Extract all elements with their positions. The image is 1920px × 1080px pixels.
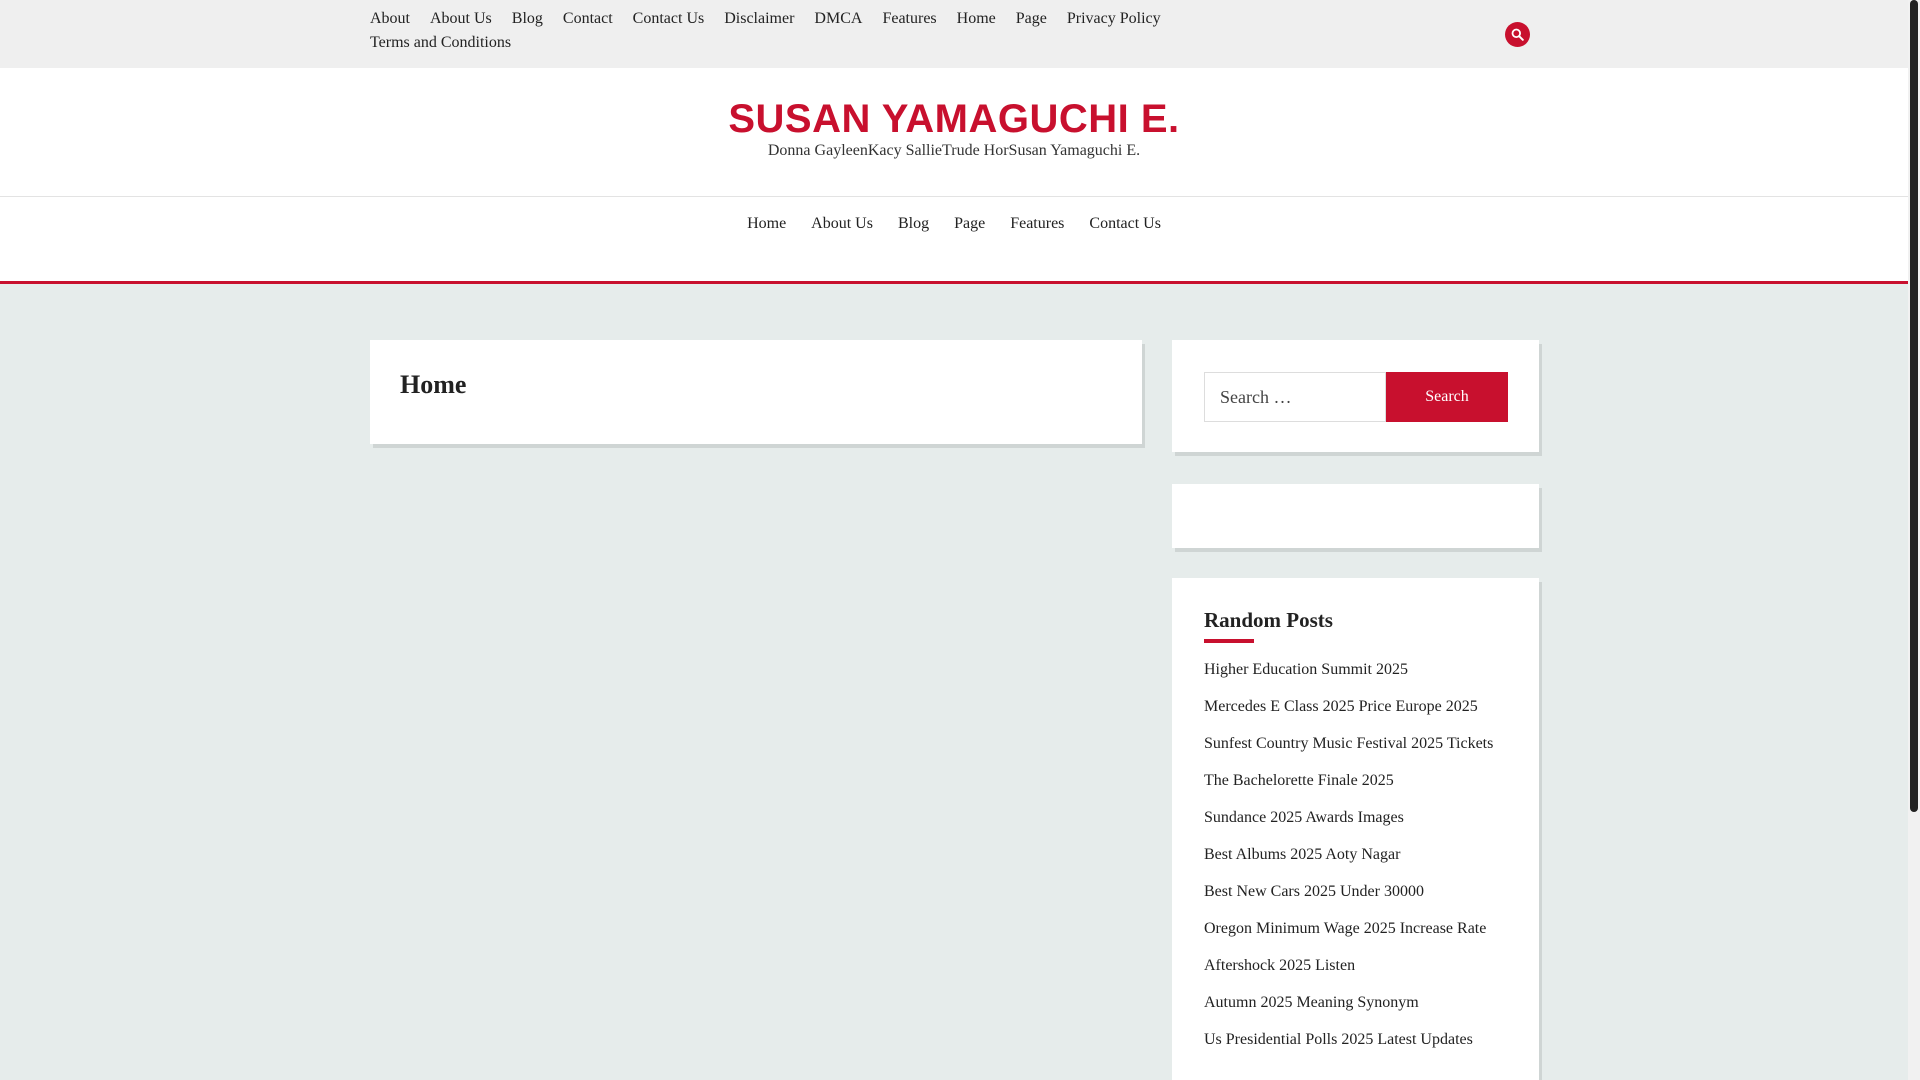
topnav-about[interactable]: About [370, 9, 410, 29]
site-header: SUSAN YAMAGUCHI E. Donna GayleenKacy Sal… [0, 68, 1908, 197]
empty-widget [1172, 484, 1539, 548]
random-posts-widget: Random Posts Higher Education Summit 202… [1172, 578, 1539, 1080]
list-item: Higher Education Summit 2025 [1204, 660, 1493, 697]
mainnav-blog[interactable]: Blog [898, 215, 929, 233]
topnav-terms-and-conditions[interactable]: Terms and Conditions [370, 33, 511, 53]
topnav-contact[interactable]: Contact [563, 9, 613, 29]
top-bar: About About Us Blog Contact Contact Us D… [0, 0, 1908, 68]
post-link[interactable]: Us Presidential Polls 2025 Latest Update… [1204, 1031, 1473, 1048]
list-item: Sundance 2025 Awards Images [1204, 808, 1493, 845]
topnav-page[interactable]: Page [1016, 9, 1047, 29]
search-input[interactable] [1204, 372, 1386, 422]
post-link[interactable]: The Bachelorette Finale 2025 [1204, 772, 1394, 789]
mainnav-features[interactable]: Features [1010, 215, 1064, 233]
search-icon [1511, 28, 1524, 41]
site-tagline: Donna GayleenKacy SallieTrude HorSusan Y… [767, 142, 1141, 159]
search-widget: Search [1172, 340, 1539, 452]
mainnav-about-us[interactable]: About Us [811, 215, 873, 233]
post-link[interactable]: Mercedes E Class 2025 Price Europe 2025 [1204, 698, 1478, 715]
search-toggle-button[interactable] [1505, 22, 1530, 47]
list-item: Oregon Minimum Wage 2025 Increase Rate [1204, 919, 1493, 956]
list-item: Sunfest Country Music Festival 2025 Tick… [1204, 734, 1493, 771]
post-link[interactable]: Best New Cars 2025 Under 30000 [1204, 883, 1424, 900]
main-navigation: Home About Us Blog Page Features Contact… [0, 215, 1908, 233]
mainnav-contact-us[interactable]: Contact Us [1089, 215, 1161, 233]
list-item: Autumn 2025 Meaning Synonym [1204, 993, 1493, 1030]
random-posts-list: Higher Education Summit 2025 Mercedes E … [1204, 660, 1493, 1067]
post-link[interactable]: Higher Education Summit 2025 [1204, 661, 1408, 678]
site-title[interactable]: SUSAN YAMAGUCHI E. [0, 97, 1908, 142]
mainnav-home[interactable]: Home [747, 215, 786, 233]
mainnav-page[interactable]: Page [954, 215, 985, 233]
main-navigation-bar: Home About Us Blog Page Features Contact… [0, 197, 1908, 284]
topnav-disclaimer[interactable]: Disclaimer [724, 9, 794, 29]
list-item: Us Presidential Polls 2025 Latest Update… [1204, 1030, 1493, 1067]
list-item: Best Albums 2025 Aoty Nagar [1204, 845, 1493, 882]
list-item: Aftershock 2025 Listen [1204, 956, 1493, 993]
post-link[interactable]: Best Albums 2025 Aoty Nagar [1204, 846, 1400, 863]
topnav-blog[interactable]: Blog [512, 9, 543, 29]
topnav-contact-us[interactable]: Contact Us [633, 9, 705, 29]
page-title: Home [400, 370, 467, 399]
post-link[interactable]: Oregon Minimum Wage 2025 Increase Rate [1204, 920, 1486, 937]
topnav-dmca[interactable]: DMCA [814, 9, 862, 29]
list-item: The Bachelorette Finale 2025 [1204, 771, 1493, 808]
title-underline [1204, 639, 1254, 643]
post-link[interactable]: Autumn 2025 Meaning Synonym [1204, 994, 1419, 1011]
list-item: Best New Cars 2025 Under 30000 [1204, 882, 1493, 919]
random-posts-title: Random Posts [1204, 608, 1333, 632]
scrollbar[interactable] [1908, 0, 1920, 1080]
topnav-privacy-policy[interactable]: Privacy Policy [1067, 9, 1161, 29]
post-link[interactable]: Sunfest Country Music Festival 2025 Tick… [1204, 735, 1493, 752]
post-link[interactable]: Aftershock 2025 Listen [1204, 957, 1355, 974]
search-button[interactable]: Search [1386, 372, 1508, 422]
page: About About Us Blog Contact Contact Us D… [0, 0, 1908, 1080]
scrollbar-thumb[interactable] [1910, 0, 1918, 812]
topnav-about-us[interactable]: About Us [430, 9, 492, 29]
page-content-card: Home [370, 340, 1142, 444]
post-link[interactable]: Sundance 2025 Awards Images [1204, 809, 1404, 826]
topnav-features[interactable]: Features [882, 9, 936, 29]
list-item: Mercedes E Class 2025 Price Europe 2025 [1204, 697, 1493, 734]
topnav-home[interactable]: Home [957, 9, 996, 29]
top-navigation: About About Us Blog Contact Contact Us D… [370, 9, 1190, 53]
